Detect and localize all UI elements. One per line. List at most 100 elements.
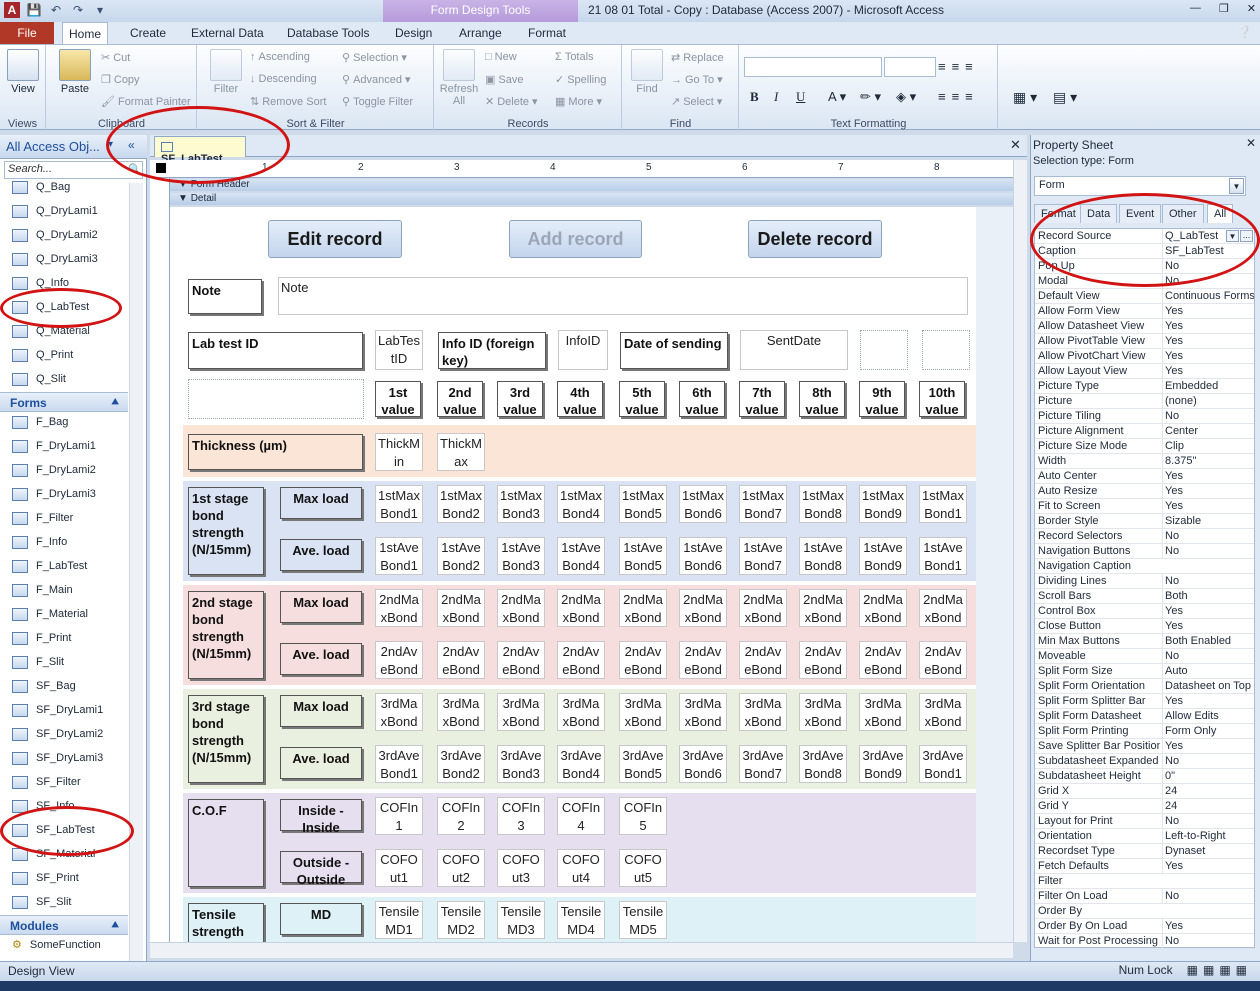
tab-arrange[interactable]: Arrange xyxy=(453,22,508,44)
property-value[interactable]: No xyxy=(1162,649,1254,663)
redo-icon[interactable]: ↷ xyxy=(70,2,86,18)
property-row[interactable]: Scroll Bars Both xyxy=(1035,589,1254,604)
gridlines-icon[interactable]: ▦ ▾ xyxy=(1013,89,1037,106)
stage2-max-textbox[interactable]: 2ndMaxBond xyxy=(619,589,667,627)
nav-item-form[interactable]: SF_DryLami2 xyxy=(12,723,103,745)
stage2-ave-textbox[interactable]: 2ndAveBond xyxy=(919,641,967,679)
property-row[interactable]: Layout for Print No xyxy=(1035,814,1254,829)
nav-item-form[interactable]: F_Slit xyxy=(12,651,64,673)
property-value[interactable]: Yes xyxy=(1162,694,1254,708)
copy-button[interactable]: ❐ Copy xyxy=(101,73,140,87)
descending-button[interactable]: ↓ Descending xyxy=(250,73,317,85)
tensile-md-textbox[interactable]: TensileMD2 xyxy=(437,901,485,939)
ascending-button[interactable]: ↑ Ascending xyxy=(250,51,310,63)
stage3-max-textbox[interactable]: 3rdMaxBond xyxy=(557,693,605,731)
property-value[interactable]: 8.375" xyxy=(1162,454,1254,468)
more-button[interactable]: ▦ More ▾ xyxy=(555,95,602,109)
stage3-ave-textbox[interactable]: 3rdAveBond2 xyxy=(437,745,485,783)
property-value[interactable]: Yes xyxy=(1162,319,1254,333)
underline-button[interactable]: U xyxy=(796,89,805,105)
property-row[interactable]: Split Form Printing Form Only xyxy=(1035,724,1254,739)
stage2-max-textbox[interactable]: 2ndMaxBond xyxy=(919,589,967,627)
restore-icon[interactable]: ❐ xyxy=(1219,2,1229,15)
property-row[interactable]: Picture (none) xyxy=(1035,394,1254,409)
view-button[interactable]: View xyxy=(6,49,40,95)
property-row[interactable]: Picture Size Mode Clip xyxy=(1035,439,1254,454)
nav-item-form[interactable]: F_Print xyxy=(12,627,71,649)
property-row[interactable]: Navigation Buttons No xyxy=(1035,544,1254,559)
delete-record-button[interactable]: Delete record xyxy=(748,220,882,258)
tab-create[interactable]: Create xyxy=(124,22,172,44)
customize-qat-icon[interactable]: ▾ xyxy=(92,2,108,18)
property-value[interactable]: Yes xyxy=(1162,484,1254,498)
cof-out-textbox[interactable]: COFOut1 xyxy=(375,849,423,887)
info-id-textbox[interactable]: InfoID xyxy=(558,330,608,370)
nav-section-modules[interactable]: Modules ⯅ xyxy=(0,915,128,935)
stage2-ave-textbox[interactable]: 2ndAveBond xyxy=(557,641,605,679)
cut-button[interactable]: ✂ Cut xyxy=(101,51,130,65)
nav-item-form[interactable]: F_DryLami1 xyxy=(12,435,96,457)
stage1-ave-textbox[interactable]: 1stAveBond6 xyxy=(679,537,727,575)
stage1-max-textbox[interactable]: 1stMaxBond6 xyxy=(679,485,727,523)
tab-database-tools[interactable]: Database Tools xyxy=(281,22,376,44)
property-value[interactable]: Yes xyxy=(1162,304,1254,318)
property-value[interactable]: No xyxy=(1162,529,1254,543)
nav-item-form[interactable]: SF_DryLami3 xyxy=(12,747,103,769)
nav-item-form[interactable]: SF_Print xyxy=(12,867,79,889)
stage1-max-textbox[interactable]: 1stMaxBond1 xyxy=(919,485,967,523)
tab-format[interactable]: Format xyxy=(522,22,572,44)
property-row[interactable]: Picture Tiling No xyxy=(1035,409,1254,424)
nav-item-query[interactable]: Q_DryLami3 xyxy=(12,248,98,270)
note-textbox[interactable]: Note xyxy=(278,277,968,315)
stage1-max-textbox[interactable]: 1stMaxBond1 xyxy=(375,485,423,523)
property-value[interactable]: Yes xyxy=(1162,604,1254,618)
filter-button[interactable]: Filter xyxy=(206,49,246,95)
remove-sort-button[interactable]: ⇅ Remove Sort xyxy=(250,95,326,109)
property-value[interactable]: Both xyxy=(1162,589,1254,603)
stage3-max-textbox[interactable]: 3rdMaxBond xyxy=(497,693,545,731)
tab-file[interactable]: File xyxy=(0,22,54,44)
property-value[interactable]: Yes xyxy=(1162,469,1254,483)
property-value[interactable]: Yes xyxy=(1162,364,1254,378)
italic-button[interactable]: I xyxy=(774,89,778,105)
collapse-up-icon[interactable]: ⯅ xyxy=(110,395,120,410)
stage3-ave-textbox[interactable]: 3rdAveBond1 xyxy=(919,745,967,783)
sent-date-textbox[interactable]: SentDate xyxy=(740,330,848,370)
property-row[interactable]: Split Form Splitter Bar Yes xyxy=(1035,694,1254,709)
bold-button[interactable]: B xyxy=(750,89,759,105)
property-row[interactable]: Split Form Size Auto xyxy=(1035,664,1254,679)
stage1-max-textbox[interactable]: 1stMaxBond8 xyxy=(799,485,847,523)
new-record-button[interactable]: □ New xyxy=(485,51,517,63)
property-value[interactable]: No xyxy=(1162,814,1254,828)
stage1-max-textbox[interactable]: 1stMaxBond5 xyxy=(619,485,667,523)
property-value[interactable]: Yes xyxy=(1162,919,1254,933)
property-row[interactable]: Picture Type Embedded xyxy=(1035,379,1254,394)
nav-item-form[interactable]: F_DryLami3 xyxy=(12,483,96,505)
property-value[interactable]: Dynaset xyxy=(1162,844,1254,858)
stage1-max-textbox[interactable]: 1stMaxBond7 xyxy=(739,485,787,523)
list-format-icons[interactable]: ≡≡≡ xyxy=(938,59,979,74)
nav-item-query[interactable]: Q_Bag xyxy=(12,176,70,198)
cof-in-textbox[interactable]: COFIn2 xyxy=(437,797,485,835)
stage3-max-textbox[interactable]: 3rdMaxBond xyxy=(919,693,967,731)
property-row[interactable]: Dividing Lines No xyxy=(1035,574,1254,589)
stage3-ave-textbox[interactable]: 3rdAveBond1 xyxy=(375,745,423,783)
stage3-max-textbox[interactable]: 3rdMaxBond xyxy=(859,693,907,731)
stage1-ave-textbox[interactable]: 1stAveBond5 xyxy=(619,537,667,575)
toggle-filter-button[interactable]: ⚲ Toggle Filter xyxy=(342,95,413,109)
property-row[interactable]: Split Form Datasheet Allow Edits xyxy=(1035,709,1254,724)
stage1-ave-textbox[interactable]: 1stAveBond2 xyxy=(437,537,485,575)
alternate-row-icon[interactable]: ▤ ▾ xyxy=(1053,89,1077,106)
property-row[interactable]: Width 8.375" xyxy=(1035,454,1254,469)
property-value[interactable]: No xyxy=(1162,754,1254,768)
stage2-ave-textbox[interactable]: 2ndAveBond xyxy=(437,641,485,679)
property-row[interactable]: Fit to Screen Yes xyxy=(1035,499,1254,514)
stage3-ave-textbox[interactable]: 3rdAveBond7 xyxy=(739,745,787,783)
replace-button[interactable]: ⇄ Replace xyxy=(671,51,724,65)
stage1-ave-textbox[interactable]: 1stAveBond3 xyxy=(497,537,545,575)
horizontal-scrollbar[interactable] xyxy=(150,942,1013,958)
property-row[interactable]: Allow Form View Yes xyxy=(1035,304,1254,319)
nav-item-form[interactable]: F_Bag xyxy=(12,411,68,433)
font-size-combo[interactable] xyxy=(884,57,936,77)
fill-color-icon[interactable]: ◈ ▾ xyxy=(896,89,916,105)
